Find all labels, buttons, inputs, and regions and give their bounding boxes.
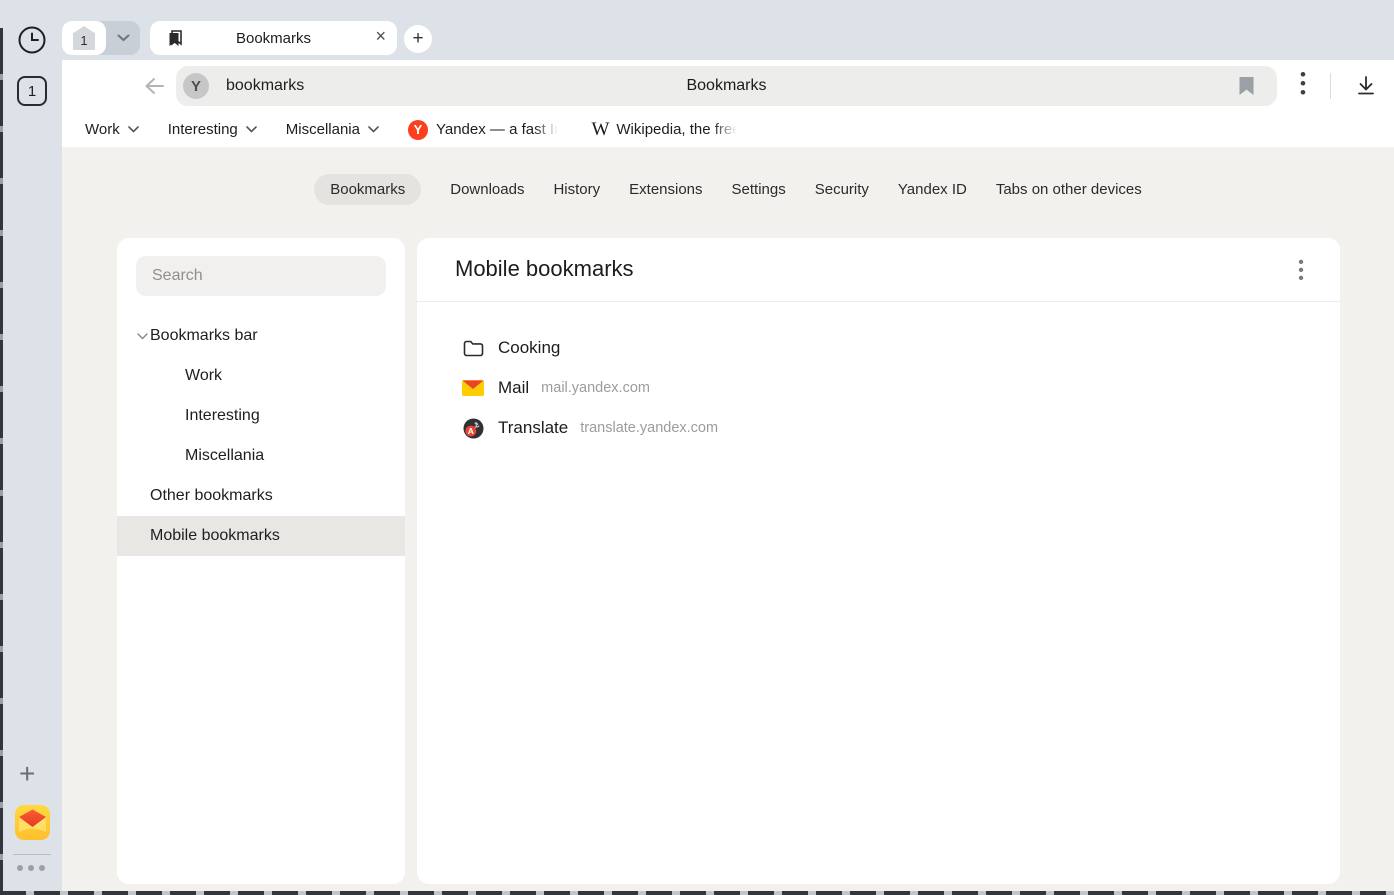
bookmarks-bar-folder-miscellania[interactable]: Miscellania — [286, 121, 379, 138]
tree-item-bookmarks-bar[interactable]: Bookmarks bar — [117, 316, 405, 356]
downloads-icon[interactable] — [1355, 74, 1377, 103]
rail-more-icon[interactable] — [17, 865, 45, 871]
panel-title: Mobile bookmarks — [455, 256, 634, 282]
bookmark-row-translate[interactable]: A Translate translate.yandex.com — [417, 408, 1340, 448]
tab-settings[interactable]: Settings — [732, 174, 786, 205]
site-favicon-icon: Y — [183, 73, 209, 99]
side-rail: 1 + — [3, 60, 62, 891]
yandex-mail-app-icon[interactable] — [15, 805, 50, 845]
rail-divider — [13, 854, 51, 855]
tab-group-chevron-icon[interactable] — [106, 21, 140, 55]
bookmark-star-icon[interactable] — [1238, 76, 1255, 101]
tree-label: Interesting — [185, 407, 260, 425]
bookmarks-bar-folder-interesting[interactable]: Interesting — [168, 121, 257, 138]
new-tab-button[interactable]: + — [404, 25, 432, 53]
tab-list-badge[interactable]: 1 — [17, 76, 47, 106]
bookmarks-bar: Work Interesting Miscellania Y Yandex — … — [62, 112, 1394, 147]
search-input[interactable] — [136, 256, 386, 296]
bookmarks-manager-page: Bookmarks Downloads History Extensions S… — [62, 147, 1394, 895]
title-bar: 1 Bookmarks × + — [0, 0, 1394, 60]
bookmarks-bar-folder-work[interactable]: Work — [85, 121, 139, 138]
page-title: Bookmarks — [176, 66, 1277, 106]
folder-icon — [462, 340, 484, 357]
tab-title: Bookmarks — [150, 21, 397, 55]
yandex-translate-icon: A — [462, 418, 484, 439]
tree-label: Miscellania — [185, 447, 264, 465]
tree-label: Bookmarks bar — [150, 327, 258, 345]
bookmark-row-mail[interactable]: Mail mail.yandex.com — [417, 368, 1340, 408]
folders-sidebar-panel: Bookmarks bar Work Interesting Miscellan… — [117, 238, 405, 884]
bookmark-label: Wikipedia, the free — [616, 121, 740, 138]
window-bottom-edge — [0, 891, 1394, 895]
rail-add-icon[interactable]: + — [19, 758, 35, 790]
folder-label: Work — [85, 121, 120, 138]
tree-label: Other bookmarks — [150, 487, 273, 505]
yandex-mail-icon — [462, 380, 484, 396]
browser-tab-bookmarks[interactable]: Bookmarks × — [150, 21, 397, 55]
tree-item-interesting[interactable]: Interesting — [117, 396, 405, 436]
bookmarks-list: Cooking Mail mail.yandex.com — [417, 302, 1340, 448]
address-bar[interactable]: Y bookmarks Bookmarks — [176, 66, 1277, 106]
tree-item-work[interactable]: Work — [117, 356, 405, 396]
chevron-down-icon[interactable] — [137, 333, 150, 340]
chevron-down-icon — [128, 126, 139, 133]
manager-nav-tabs: Bookmarks Downloads History Extensions S… — [62, 174, 1394, 205]
tree-item-mobile-bookmarks[interactable]: Mobile bookmarks — [117, 516, 405, 556]
browser-window: 1 Bookmarks × + — [0, 0, 1394, 895]
toolbar-divider — [1330, 73, 1331, 99]
tab-group-counter[interactable]: 1 — [62, 21, 106, 55]
tree-item-miscellania[interactable]: Miscellania — [117, 436, 405, 476]
navigation-toolbar: Y bookmarks Bookmarks ••• — [62, 60, 1394, 112]
svg-text:A: A — [467, 426, 473, 436]
panel-kebab-icon[interactable]: ••• — [1294, 258, 1308, 282]
folder-tree: Bookmarks bar Work Interesting Miscellan… — [117, 316, 405, 556]
tab-extensions[interactable]: Extensions — [629, 174, 702, 205]
history-clock-icon[interactable] — [17, 25, 47, 55]
tab-close-icon[interactable]: × — [375, 26, 386, 47]
folder-label: Interesting — [168, 121, 238, 138]
tab-count-badge: 1 — [73, 26, 95, 50]
back-icon[interactable] — [142, 75, 166, 102]
chevron-down-icon — [246, 126, 257, 133]
folder-label: Miscellania — [286, 121, 360, 138]
tab-history[interactable]: History — [553, 174, 600, 205]
tab-group-control[interactable]: 1 — [62, 21, 140, 55]
yandex-favicon-icon: Y — [408, 120, 428, 140]
tree-label: Work — [185, 367, 222, 385]
tree-label: Mobile bookmarks — [150, 527, 280, 545]
url-text[interactable]: bookmarks — [226, 66, 304, 106]
wikipedia-favicon-icon: W — [591, 119, 609, 141]
toolbar-kebab-icon[interactable]: ••• — [1296, 70, 1310, 97]
tab-other-devices[interactable]: Tabs on other devices — [996, 174, 1142, 205]
bookmarks-list-panel: Mobile bookmarks ••• Cooking — [417, 238, 1340, 884]
tree-item-other-bookmarks[interactable]: Other bookmarks — [117, 476, 405, 516]
bookmarks-bar-link-yandex[interactable]: Y Yandex — a fast In — [408, 120, 562, 140]
bookmark-label: Yandex — a fast In — [436, 121, 562, 138]
bookmark-label: Cooking — [498, 338, 560, 358]
bookmark-url: translate.yandex.com — [580, 420, 718, 436]
chevron-down-icon — [368, 126, 379, 133]
bookmark-url: mail.yandex.com — [541, 380, 650, 396]
bookmark-label: Translate — [498, 418, 568, 438]
tab-bookmarks[interactable]: Bookmarks — [314, 174, 421, 205]
bookmarks-bar-link-wikipedia[interactable]: W Wikipedia, the free — [591, 119, 740, 141]
tab-downloads[interactable]: Downloads — [450, 174, 524, 205]
window-left-edge — [0, 28, 3, 895]
tab-yandex-id[interactable]: Yandex ID — [898, 174, 967, 205]
tab-security[interactable]: Security — [815, 174, 869, 205]
bookmark-label: Mail — [498, 378, 529, 398]
panel-header: Mobile bookmarks ••• — [417, 238, 1340, 302]
bookmark-row-cooking[interactable]: Cooking — [417, 328, 1340, 368]
